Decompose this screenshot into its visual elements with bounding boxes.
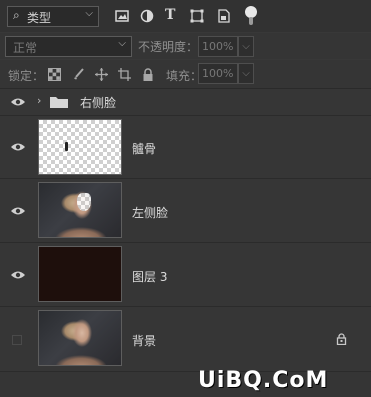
fill-dropdown-button[interactable]: ⌵	[238, 63, 254, 84]
layer-row[interactable]: 髗骨	[0, 116, 371, 179]
chevron-down-icon: ⌵	[85, 8, 93, 19]
blend-options-bar: 正常 ⌵ 不透明度： 100% ⌵	[0, 33, 371, 59]
fill-label: 填充：	[166, 69, 203, 83]
watermark-text: UiBQ.CoM	[198, 368, 329, 393]
expand-arrow-icon[interactable]: ›	[37, 94, 41, 107]
layer-row[interactable]: 左侧脸	[0, 179, 371, 243]
opacity-input[interactable]: 100%	[198, 36, 238, 57]
adjustment-filter-icon[interactable]	[140, 9, 154, 23]
lock-label: 锁定：	[8, 69, 45, 83]
smart-object-filter-icon[interactable]	[217, 9, 231, 23]
lock-transparent-icon[interactable]	[48, 68, 61, 84]
layer-filter-bar: ⌕ 类型 ⌵ T	[0, 0, 371, 32]
layer-name: 左侧脸	[132, 206, 169, 220]
lock-position-icon[interactable]	[95, 68, 108, 84]
visibility-toggle-off[interactable]	[12, 335, 22, 345]
filter-kind-label: 类型	[27, 11, 52, 25]
image-filter-icon[interactable]	[115, 9, 129, 23]
shape-filter-icon[interactable]	[190, 9, 204, 23]
eye-icon[interactable]	[10, 97, 26, 107]
chevron-down-icon: ⌵	[118, 38, 126, 49]
lock-icon	[336, 333, 347, 348]
layer-row[interactable]: 图层 3	[0, 243, 371, 307]
layer-thumbnail	[38, 119, 122, 175]
opacity-dropdown-button[interactable]: ⌵	[238, 36, 254, 57]
lock-image-icon[interactable]	[72, 68, 85, 84]
layer-name: 背景	[132, 334, 157, 348]
folder-icon	[50, 96, 68, 108]
layer-thumbnail	[38, 310, 122, 366]
fill-input[interactable]: 100%	[198, 63, 238, 84]
layer-row-group[interactable]: › 右侧脸	[0, 89, 371, 116]
lock-all-icon[interactable]	[142, 68, 154, 84]
filter-kind-select[interactable]: ⌕ 类型 ⌵	[7, 6, 99, 27]
layer-name: 右侧脸	[80, 96, 117, 110]
lock-artboard-icon[interactable]	[118, 68, 131, 84]
opacity-label: 不透明度：	[138, 40, 199, 54]
layer-name: 髗骨	[132, 142, 157, 156]
eye-icon[interactable]	[10, 142, 26, 152]
type-filter-icon[interactable]: T	[165, 7, 179, 23]
eye-icon[interactable]	[10, 270, 26, 280]
layer-thumbnail	[38, 182, 122, 238]
layer-row-background[interactable]: 背景	[0, 307, 371, 372]
filter-toggle-switch[interactable]	[245, 6, 257, 26]
layer-thumbnail	[38, 246, 122, 302]
blend-mode-value: 正常	[13, 41, 38, 55]
layer-name: 图层 3	[132, 270, 168, 284]
blend-mode-select[interactable]: 正常 ⌵	[5, 36, 132, 57]
eye-icon[interactable]	[10, 206, 26, 216]
search-icon: ⌕	[13, 8, 20, 22]
